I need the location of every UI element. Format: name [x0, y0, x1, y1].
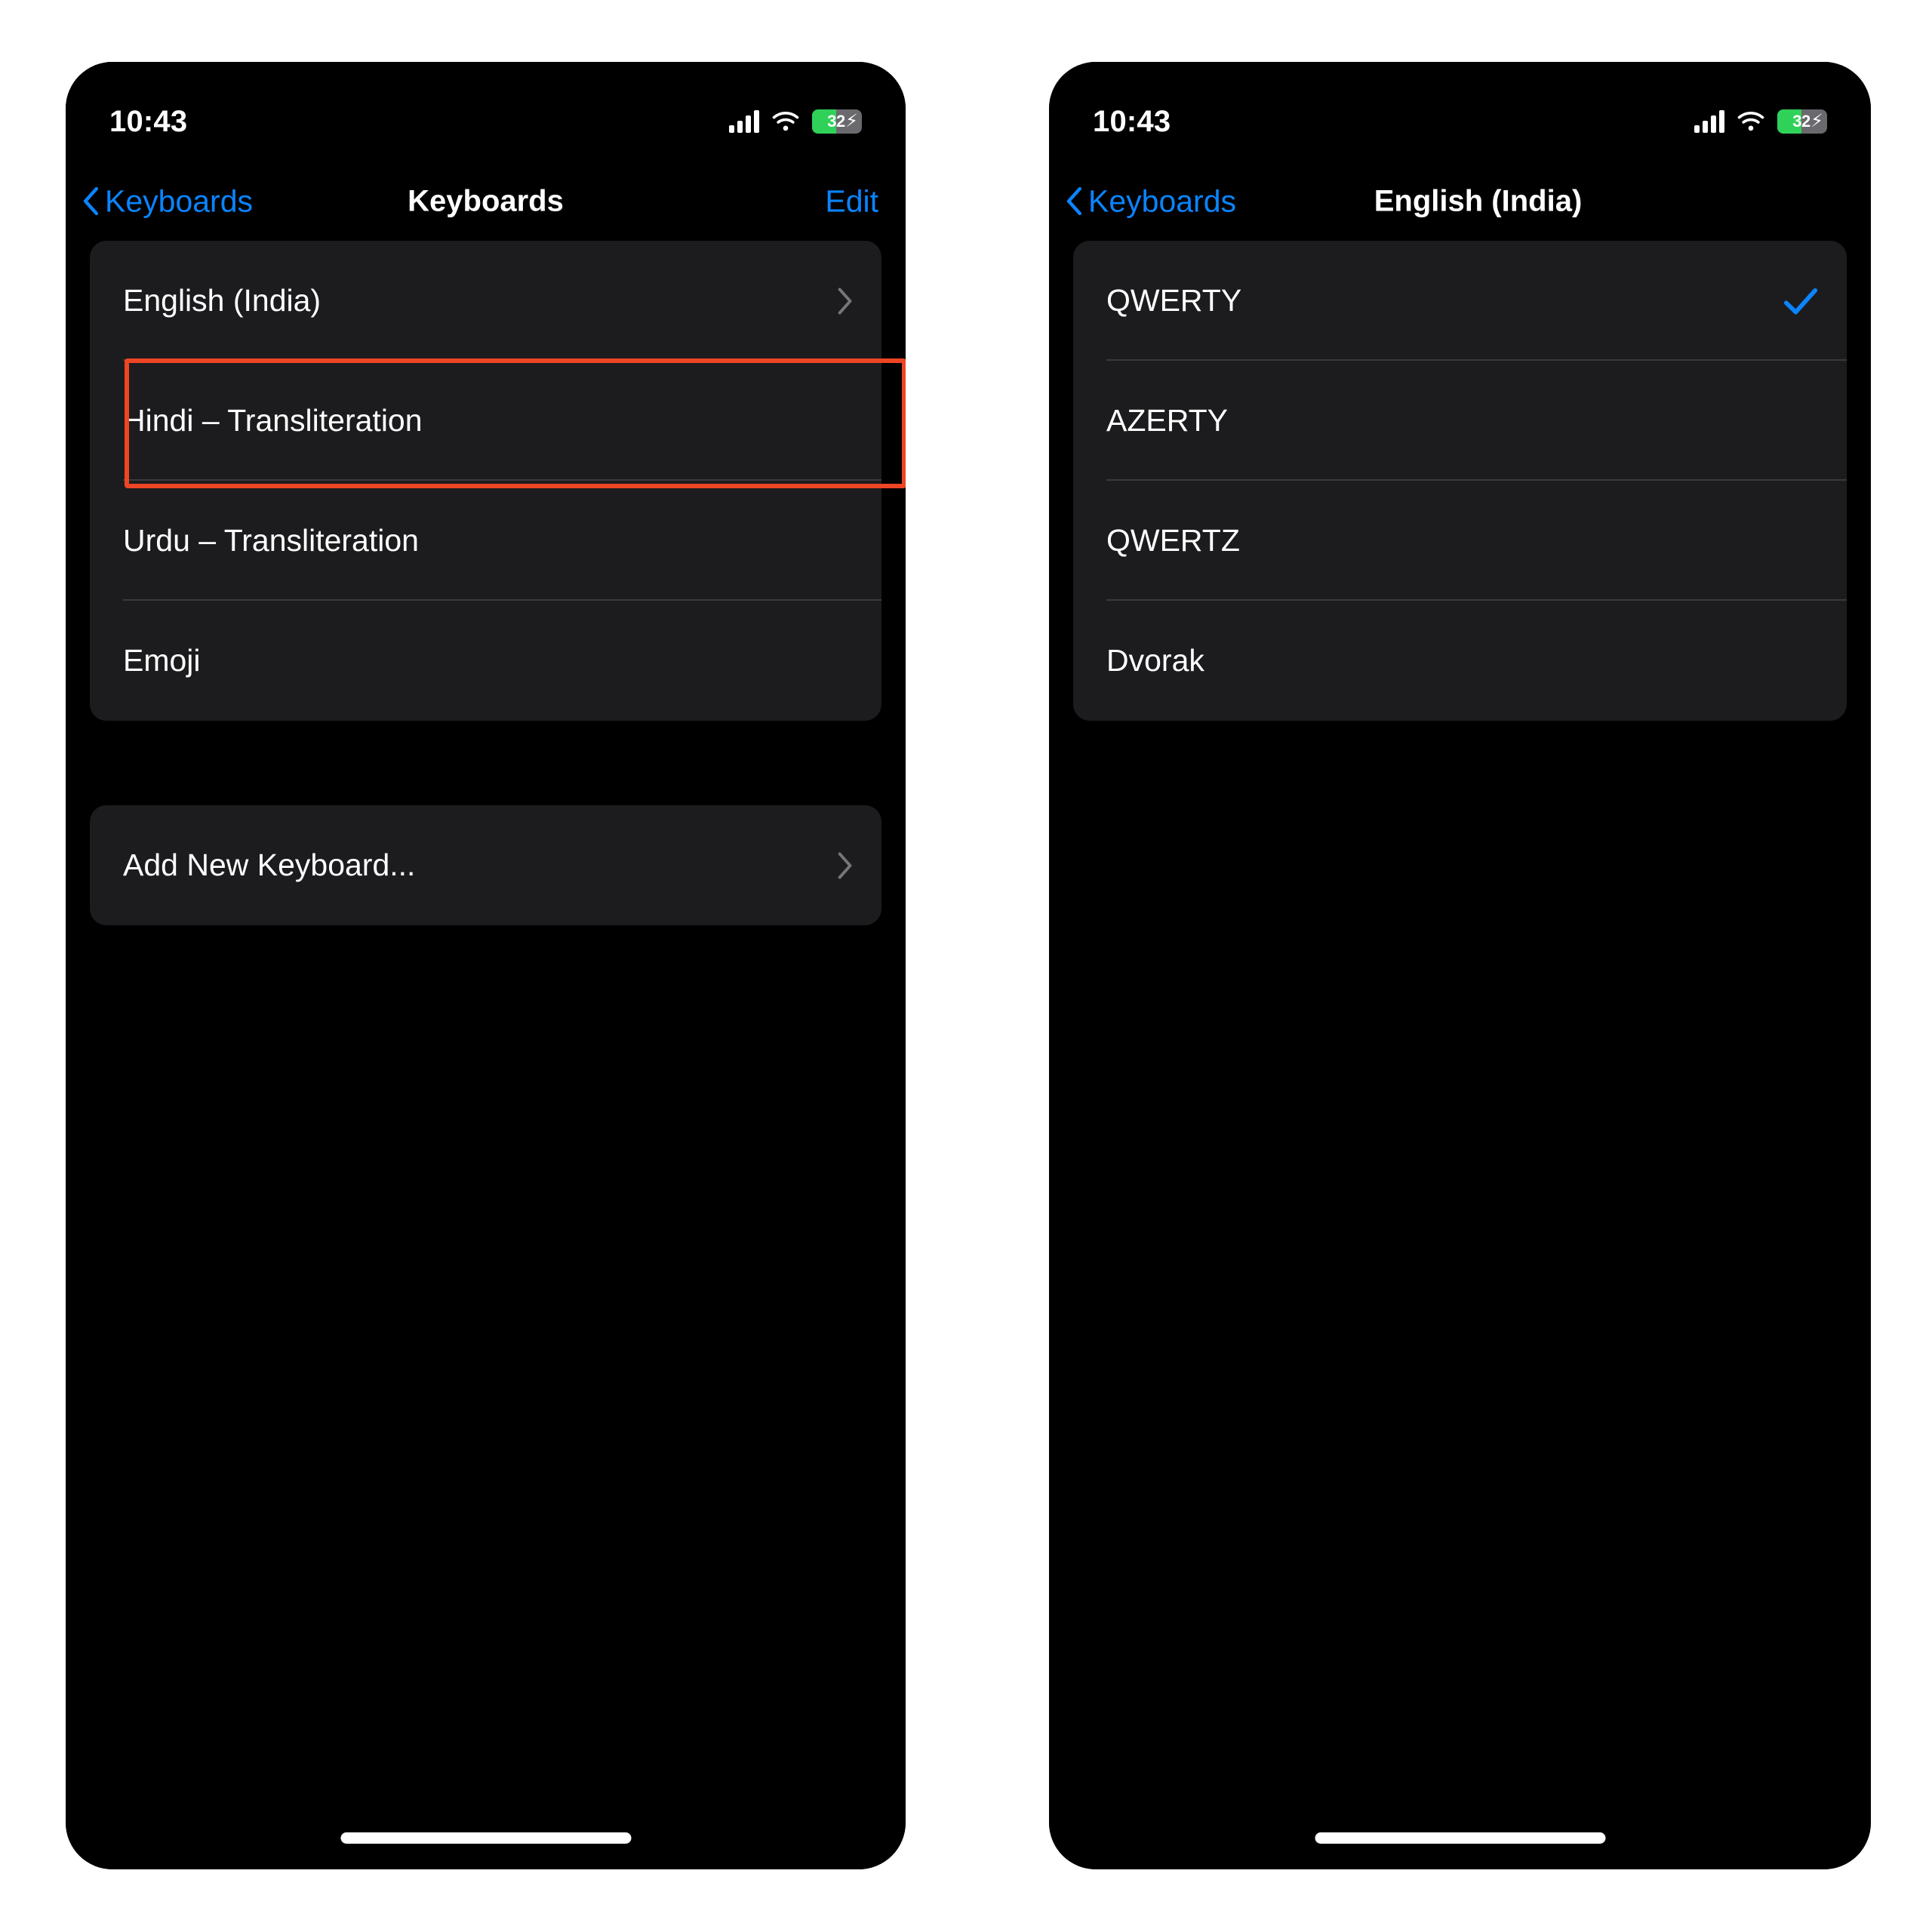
cellular-signal-icon: [1694, 110, 1724, 133]
screen-keyboards-list: 10:43 32 ⚡ Keyboards Keyboards Edit Engl…: [66, 62, 906, 1869]
list-item-urdu-transliteration[interactable]: Urdu – Transliteration: [90, 481, 881, 601]
status-time: 10:43: [109, 104, 188, 138]
list-item-qwertz[interactable]: QWERTZ: [1073, 481, 1847, 601]
chevron-left-icon: [83, 186, 99, 216]
wifi-icon: [1737, 110, 1765, 133]
layout-options-section: QWERTY AZERTY QWERTZ Dvorak: [1073, 241, 1847, 721]
add-keyboard-section: Add New Keyboard...: [90, 805, 881, 925]
cellular-signal-icon: [729, 110, 759, 133]
back-button[interactable]: Keyboards: [1066, 183, 1236, 219]
list-item-label: AZERTY: [1106, 403, 1228, 438]
list-item-label: Dvorak: [1106, 643, 1204, 678]
navigation-bar: Keyboards Keyboards Edit: [66, 162, 906, 241]
list-item-emoji[interactable]: Emoji: [90, 601, 881, 721]
battery-icon: 32 ⚡: [812, 109, 862, 134]
navigation-bar: Keyboards English (India): [1049, 162, 1871, 241]
list-item-hindi-transliteration[interactable]: Hindi – Transliteration: [90, 361, 881, 481]
chevron-right-icon: [838, 851, 852, 879]
status-icons: 32 ⚡: [729, 109, 862, 134]
phone-mockup-right: 10:43 32 ⚡ Keyboards English (India) QWE…: [1049, 62, 1871, 1869]
back-button-label: Keyboards: [105, 183, 254, 218]
battery-icon: 32 ⚡: [1777, 109, 1827, 134]
list-item-english-india[interactable]: English (India): [90, 241, 881, 361]
checkmark-icon: [1783, 288, 1818, 314]
edit-button[interactable]: Edit: [825, 183, 878, 219]
list-item-label: QWERTZ: [1106, 523, 1240, 558]
screen-english-india-layouts: 10:43 32 ⚡ Keyboards English (India) QWE…: [1049, 62, 1871, 1869]
status-bar: 10:43 32 ⚡: [66, 62, 906, 162]
settings-content: QWERTY AZERTY QWERTZ Dvorak: [1049, 241, 1871, 1869]
list-item-azerty[interactable]: AZERTY: [1073, 361, 1847, 481]
list-item-label: Add New Keyboard...: [123, 848, 416, 882]
battery-charging-icon: ⚡: [1810, 111, 1823, 131]
home-indicator[interactable]: [340, 1832, 631, 1844]
wifi-icon: [771, 110, 800, 133]
list-item-label: English (India): [123, 283, 321, 318]
back-button-label: Keyboards: [1088, 183, 1237, 218]
list-item-dvorak[interactable]: Dvorak: [1073, 601, 1847, 721]
chevron-left-icon: [1066, 186, 1082, 216]
list-item-label: Hindi – Transliteration: [123, 403, 423, 438]
status-time: 10:43: [1093, 104, 1171, 138]
status-icons: 32 ⚡: [1694, 109, 1827, 134]
settings-content: English (India) Hindi – Transliteration …: [66, 241, 906, 1869]
list-item-add-new-keyboard[interactable]: Add New Keyboard...: [90, 805, 881, 925]
list-item-label: Emoji: [123, 643, 201, 678]
list-item-qwerty[interactable]: QWERTY: [1073, 241, 1847, 361]
home-indicator[interactable]: [1315, 1832, 1605, 1844]
list-item-label: Urdu – Transliteration: [123, 523, 419, 558]
battery-charging-icon: ⚡: [845, 111, 858, 131]
installed-keyboards-section: English (India) Hindi – Transliteration …: [90, 241, 881, 721]
status-bar: 10:43 32 ⚡: [1049, 62, 1871, 162]
back-button[interactable]: Keyboards: [82, 183, 253, 219]
phone-mockup-left: 10:43 32 ⚡ Keyboards Keyboards Edit Engl…: [66, 62, 906, 1869]
chevron-right-icon: [838, 287, 852, 315]
list-item-label: QWERTY: [1106, 283, 1242, 318]
